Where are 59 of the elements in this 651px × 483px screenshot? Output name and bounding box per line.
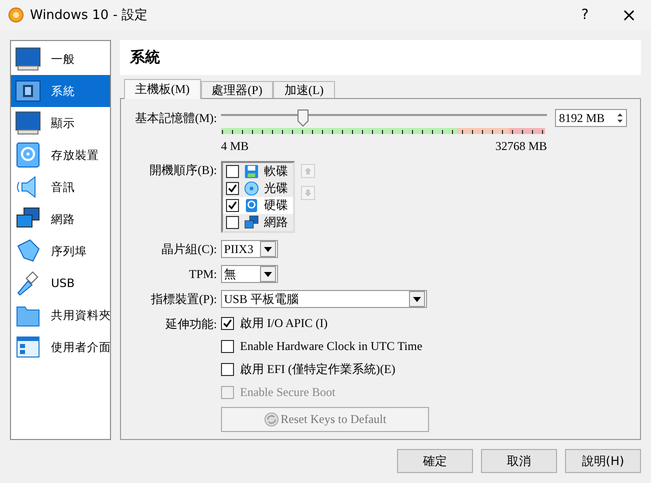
checkbox-label: 啟用 EFI (僅特定作業系統)(E) — [240, 360, 396, 378]
extended-features-label: 延伸功能: — [164, 316, 217, 333]
tab[interactable]: 加速(L) — [273, 81, 335, 98]
app-icon — [8, 7, 24, 23]
monitor-icon — [15, 110, 41, 136]
sidebar-item[interactable]: 網路 — [11, 203, 110, 235]
disc-icon — [244, 181, 259, 196]
checkbox[interactable] — [221, 362, 234, 376]
sidebar-item[interactable]: 一般 — [11, 43, 110, 75]
boot-item[interactable]: 網路 — [223, 214, 293, 231]
chipset-dropdown[interactable]: PIIX3 — [221, 240, 278, 258]
slider-thumb[interactable] — [296, 109, 308, 127]
max-label: 32768 MB — [495, 139, 547, 154]
sidebar-item[interactable]: 共用資料夾 — [11, 299, 110, 331]
monitor-icon — [15, 46, 41, 72]
checkbox[interactable] — [226, 165, 239, 178]
boot-order-label: 開機順序(B): — [148, 162, 217, 179]
checkbox[interactable] — [226, 199, 239, 212]
memory-label: 基本記憶體(M): — [134, 110, 217, 127]
checkbox[interactable] — [226, 182, 239, 195]
pointing-device-label: 指標裝置(P): — [150, 291, 217, 308]
checkbox-label: 啟用 I/O APIC (I) — [240, 314, 328, 332]
boot-item[interactable]: 光碟 — [223, 180, 293, 197]
close-button[interactable]: × — [607, 0, 651, 30]
sidebar-item[interactable]: 系統 — [11, 75, 110, 107]
min-label: 4 MB — [221, 139, 249, 154]
chipset-label: 晶片組(C): — [160, 241, 217, 258]
sidebar-item[interactable]: USB — [11, 267, 110, 299]
usb-icon — [15, 270, 41, 296]
checkbox[interactable] — [226, 216, 239, 229]
boot-item[interactable]: 軟碟 — [223, 163, 293, 180]
checkbox[interactable] — [221, 316, 234, 330]
pointing-device-dropdown[interactable]: USB 平板電腦 — [221, 290, 427, 308]
chip-icon — [15, 78, 41, 104]
floppy-icon — [244, 164, 259, 179]
page-title: 系統 — [130, 48, 160, 67]
checkbox-label: Enable Hardware Clock in UTC Time — [240, 338, 422, 354]
help-button[interactable]: ? — [563, 0, 607, 30]
tpm-dropdown[interactable]: 無 — [221, 265, 278, 283]
memory-slider[interactable] — [221, 109, 547, 125]
boot-item[interactable]: 硬碟 — [223, 197, 293, 214]
sidebar-item[interactable]: 存放裝置 — [11, 139, 110, 171]
refresh-icon — [264, 412, 279, 427]
checkbox-label: Enable Secure Boot — [240, 384, 336, 400]
window-icon — [15, 334, 41, 360]
checkbox[interactable] — [221, 340, 234, 352]
sidebar-item[interactable]: 音訊 — [11, 171, 110, 203]
network-icon — [244, 215, 259, 230]
window-title: Windows 10 - 設定 — [30, 7, 148, 24]
tab[interactable]: 處理器(P) — [200, 81, 274, 98]
dialog-button[interactable]: 說明(H) — [565, 449, 641, 473]
memory-spinbox[interactable]: 8192 MB — [555, 109, 627, 127]
tpm-label: TPM: — [188, 266, 217, 283]
dialog-button[interactable]: 取消 — [481, 449, 557, 473]
sidebar-item[interactable]: 使用者介面 — [11, 331, 110, 363]
dialog-button[interactable]: 確定 — [397, 449, 473, 473]
sidebar-item[interactable]: 序列埠 — [11, 235, 110, 267]
tab[interactable]: 主機板(M) — [124, 79, 201, 99]
sidebar-item[interactable]: 顯示 — [11, 107, 110, 139]
